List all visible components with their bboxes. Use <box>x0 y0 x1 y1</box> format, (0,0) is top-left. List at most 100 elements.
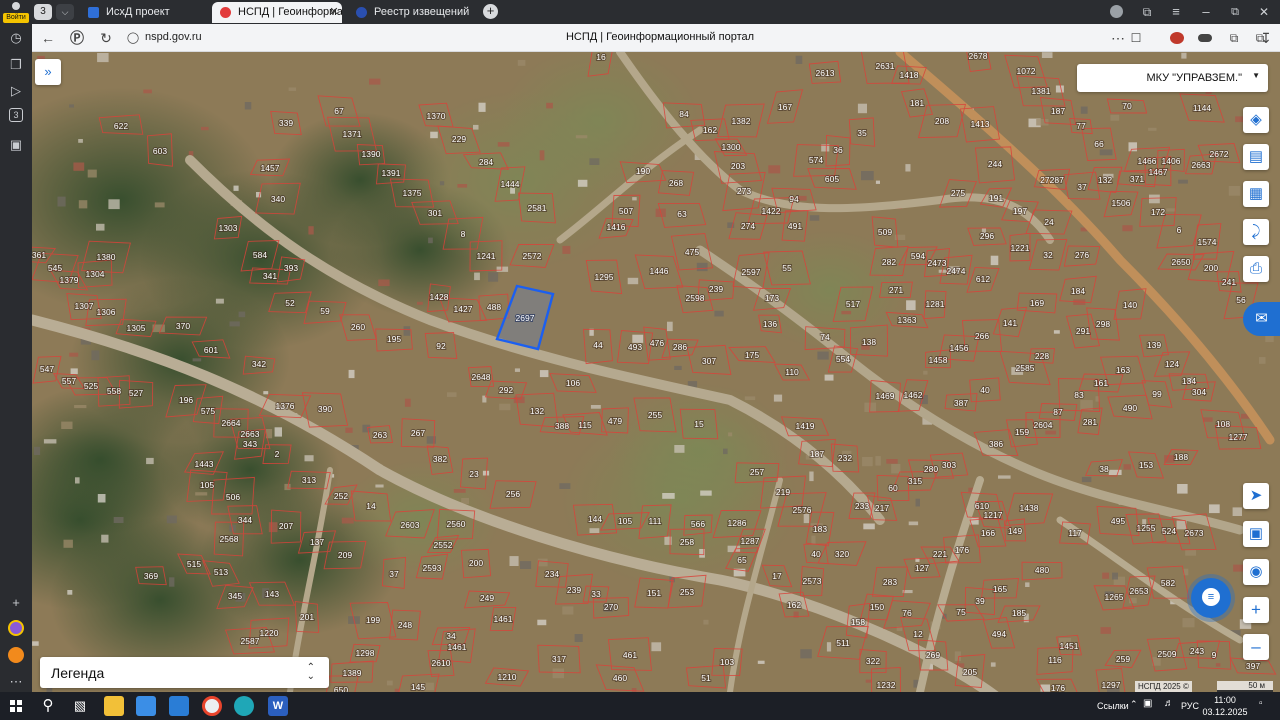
parcel-number-label[interactable]: 460 <box>612 672 628 684</box>
parcel-number-label[interactable]: 1371 <box>342 128 363 140</box>
parcel-number-label[interactable]: 110 <box>784 366 800 378</box>
account-icon[interactable] <box>1110 5 1123 18</box>
parcel-number-label[interactable]: 106 <box>565 377 581 389</box>
parcel-number-label[interactable]: 103 <box>719 656 735 668</box>
parcel-number-label[interactable]: 566 <box>690 518 706 530</box>
parcel-number-label[interactable]: 369 <box>143 570 159 582</box>
parcel-number-label[interactable]: 1458 <box>928 354 949 366</box>
parcel-number-label[interactable]: 2603 <box>400 519 421 531</box>
notification-icon[interactable]: ▫ <box>1259 698 1263 709</box>
parcel-number-label[interactable]: 490 <box>1122 402 1138 414</box>
parcel-number-label[interactable]: 545 <box>47 262 63 274</box>
parcel-number-label[interactable]: 1295 <box>594 271 615 283</box>
parcel-number-label[interactable]: 1297 <box>1101 679 1122 691</box>
extension-icon[interactable] <box>1198 34 1212 42</box>
parcel-number-label[interactable]: 184 <box>1070 285 1086 297</box>
parcel-number-label[interactable]: 1406 <box>1161 155 1182 167</box>
parcel-number-label[interactable]: 139 <box>1146 339 1162 351</box>
parcel-number-label[interactable]: 127 <box>914 562 930 574</box>
parcel-number-label[interactable]: 1072 <box>1016 65 1037 77</box>
parcel-number-label[interactable]: 1457 <box>260 162 281 174</box>
parcel-number-label[interactable]: 67 <box>333 105 345 117</box>
parcel-number-label[interactable]: 511 <box>835 637 851 649</box>
parcel-number-label[interactable]: 1382 <box>731 115 752 127</box>
word-icon[interactable]: W <box>268 696 288 716</box>
parcel-number-label[interactable]: 1422 <box>761 205 782 217</box>
parcel-number-label[interactable]: 2573 <box>802 575 823 587</box>
parcel-number-label[interactable]: 382 <box>432 453 448 465</box>
parcel-number-label[interactable]: 108 <box>1215 418 1231 430</box>
parcel-number-label[interactable]: 2672 <box>1209 148 1230 160</box>
parcel-number-label[interactable]: 37 <box>1076 181 1088 193</box>
parcel-number-label[interactable]: 185 <box>1011 607 1027 619</box>
parcel-number-label[interactable]: 134 <box>1181 375 1197 387</box>
music-icon[interactable] <box>8 647 24 663</box>
tab-counter[interactable]: 3 <box>34 4 52 20</box>
parcel-number-label[interactable]: 271 <box>888 284 904 296</box>
parcel-number-label[interactable]: 40 <box>810 548 822 560</box>
parcel-number-label[interactable]: 51 <box>700 672 712 684</box>
parcel-number-label[interactable]: 1419 <box>795 420 816 432</box>
parcel-number-label[interactable]: 517 <box>845 298 861 310</box>
parcel-number-label[interactable]: 2604 <box>1033 419 1054 431</box>
parcel-number-label[interactable]: 74 <box>819 331 831 343</box>
parcel-number-label[interactable]: 1241 <box>476 250 497 262</box>
yandex-browser-icon[interactable] <box>202 696 222 716</box>
parcel-number-label[interactable]: 1427 <box>453 303 474 315</box>
zoom-in-button[interactable]: + <box>1243 597 1269 623</box>
parcel-number-label[interactable]: 1380 <box>96 251 117 263</box>
parcel-number-label[interactable]: 554 <box>835 353 851 365</box>
parcel-number-label[interactable]: 200 <box>468 557 484 569</box>
parcel-number-label[interactable]: 183 <box>812 523 828 535</box>
parcel-number-label[interactable]: 150 <box>869 601 885 613</box>
parcel-number-label[interactable]: 257 <box>749 466 765 478</box>
parcel-number-label[interactable]: 70 <box>1121 100 1133 112</box>
collections-icon[interactable]: ❐ <box>6 55 26 75</box>
parcel-number-label[interactable]: 390 <box>317 403 333 415</box>
tab-ish-proekt[interactable]: ИсхД проект <box>80 2 208 23</box>
parcel-number-label[interactable]: 343 <box>242 438 258 450</box>
parcel-number-label[interactable]: 341 <box>262 270 278 282</box>
parcel-number-label[interactable]: 2673 <box>1184 527 1205 539</box>
parcel-number-label[interactable]: 1461 <box>493 613 514 625</box>
map-view[interactable]: 16 2613 2631 1418 2678 1072 70 622 67 339 1370 1371… <box>32 52 1280 692</box>
parcel-number-label[interactable]: 1469 <box>875 390 896 402</box>
parcel-number-label[interactable]: 239 <box>566 584 582 596</box>
parcel-number-label[interactable]: 480 <box>1034 564 1050 576</box>
parcel-number-label[interactable]: 255 <box>647 409 663 421</box>
parcel-number-label[interactable]: 2509 <box>1157 648 1178 660</box>
parcel-number-label[interactable]: 200 <box>1203 262 1219 274</box>
more-options-icon[interactable]: ⋯ <box>1108 28 1128 48</box>
parcel-number-label[interactable]: 175 <box>744 349 760 361</box>
parcel-number-label[interactable]: 557 <box>61 375 77 387</box>
parcel-number-label[interactable]: 574 <box>808 154 824 166</box>
parcel-number-label[interactable]: 165 <box>992 583 1008 595</box>
parcel-number-label[interactable]: 2581 <box>527 202 548 214</box>
parcel-number-label[interactable]: 263 <box>372 429 388 441</box>
parcel-number-label[interactable]: 1363 <box>897 314 918 326</box>
parcel-number-label[interactable]: 40 <box>979 384 991 396</box>
parcel-number-label[interactable]: 269 <box>925 649 941 661</box>
parcel-number-label[interactable]: 176 <box>1050 682 1066 692</box>
parcel-number-label[interactable]: 209 <box>337 549 353 561</box>
yandex-icon[interactable]: Ⓟ <box>67 28 87 48</box>
parcel-number-label[interactable]: 2650 <box>1171 256 1192 268</box>
parcel-number-label[interactable]: 188 <box>1173 451 1189 463</box>
layers-icon[interactable]: ◈ <box>1243 107 1269 133</box>
org-select[interactable]: МКУ "УПРАВЗЕМ." ▼ <box>1077 64 1268 92</box>
parcel-number-label[interactable]: 605 <box>824 173 840 185</box>
parcel-number-label[interactable]: 339 <box>278 117 294 129</box>
parcel-number-label[interactable]: 1443 <box>194 458 215 470</box>
parcel-number-label[interactable]: 24 <box>1043 216 1055 228</box>
parcel-number-label[interactable]: 173 <box>764 292 780 304</box>
parcel-number-label[interactable]: 1307 <box>74 300 95 312</box>
download-icon[interactable]: ↧ <box>1256 28 1276 48</box>
parcel-number-label[interactable]: 84 <box>678 108 690 120</box>
parcel-number-label[interactable]: 513 <box>213 566 229 578</box>
parcel-number-label[interactable]: 1461 <box>447 641 468 653</box>
back-icon[interactable]: ← <box>38 28 58 48</box>
parcel-number-label[interactable]: 221 <box>932 548 948 560</box>
parcel-number-label[interactable]: 275 <box>950 187 966 199</box>
parcel-number-label[interactable]: 284 <box>478 156 494 168</box>
parcel-number-label[interactable]: 2663 <box>1191 159 1212 171</box>
